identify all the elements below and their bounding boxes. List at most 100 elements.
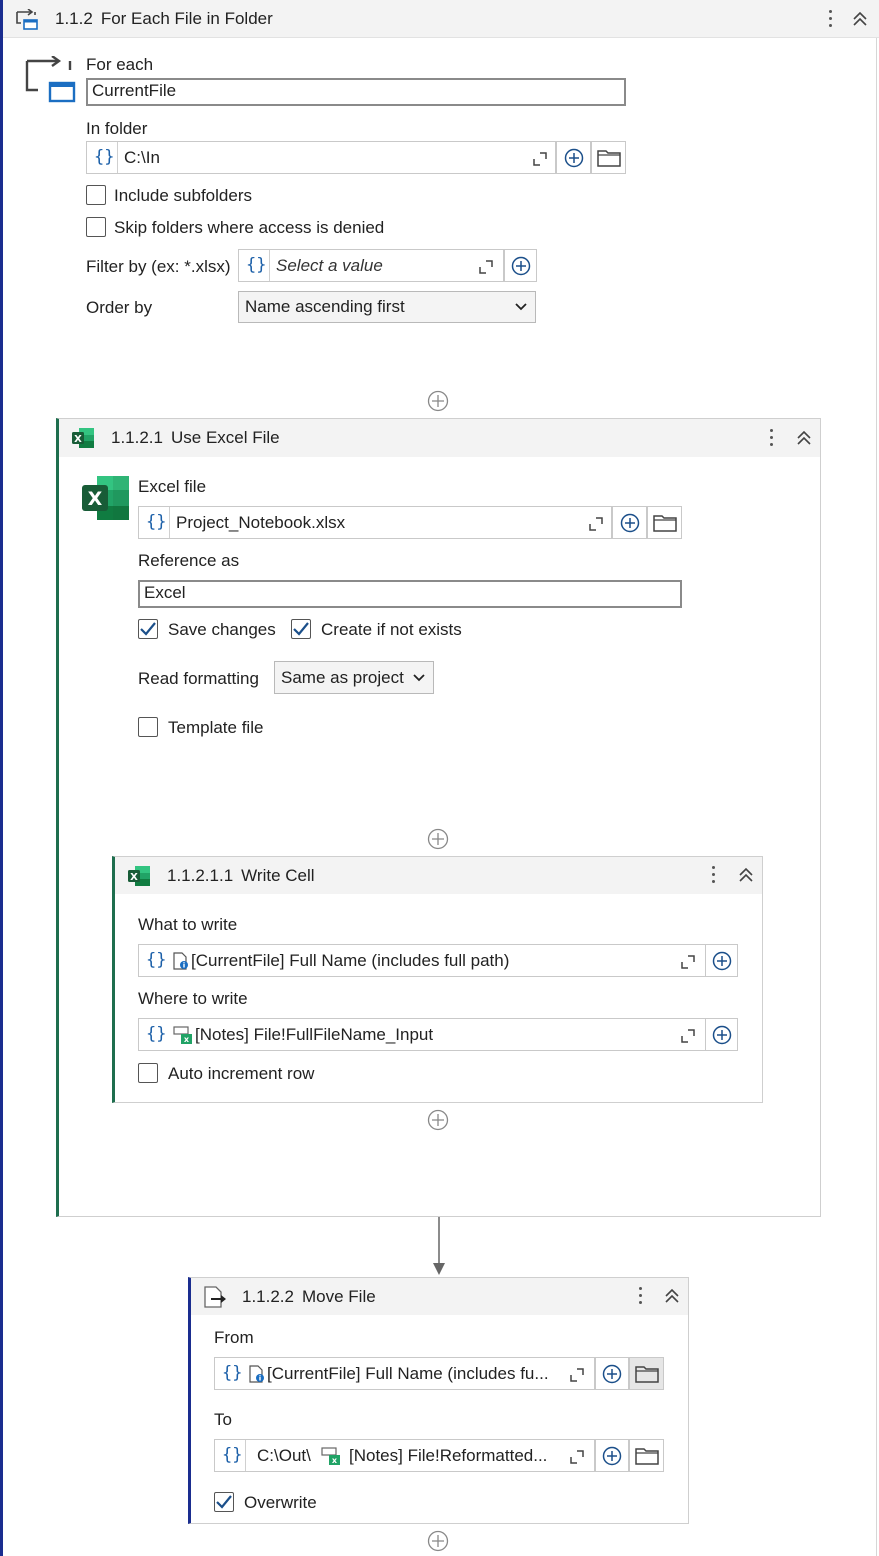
skip-folders-label: Skip folders where access is denied — [114, 218, 385, 237]
collapse-icon[interactable] — [796, 430, 812, 446]
add-button[interactable] — [504, 249, 537, 282]
read-formatting-label: Read formatting — [138, 669, 259, 688]
save-changes-label: Save changes — [168, 620, 276, 639]
read-formatting-select[interactable]: Same as project — [274, 661, 434, 694]
browse-folder-button[interactable] — [591, 141, 626, 174]
variable-braces-icon[interactable]: {} — [222, 1445, 242, 1465]
create-if-not-exists-checkbox[interactable] — [291, 619, 311, 639]
add-button[interactable] — [705, 1018, 738, 1051]
use-excel-number: 1.1.2.1 — [111, 428, 163, 447]
overwrite-label: Overwrite — [244, 1493, 317, 1512]
folder-icon — [652, 514, 677, 532]
kebab-menu-icon[interactable] — [712, 866, 715, 883]
expand-icon[interactable] — [533, 152, 547, 166]
reference-as-input[interactable]: Excel — [138, 580, 682, 608]
folder-icon — [634, 1447, 659, 1465]
in-folder-field[interactable]: {} C:\In — [86, 141, 556, 174]
collapse-icon[interactable] — [664, 1288, 680, 1304]
browse-file-button[interactable] — [629, 1357, 664, 1390]
excel-file-field[interactable]: {} Project_Notebook.xlsx — [138, 506, 612, 539]
field-separator — [269, 250, 270, 281]
variable-braces-icon[interactable]: {} — [246, 255, 266, 275]
add-button[interactable] — [612, 506, 647, 539]
browse-file-button[interactable] — [647, 506, 682, 539]
for-each-folder-icon — [24, 56, 76, 104]
move-file-header[interactable]: 1.1.2.2 Move File — [191, 1278, 688, 1315]
expand-icon[interactable] — [589, 517, 603, 531]
what-to-write-label: What to write — [138, 915, 238, 934]
save-changes-checkbox[interactable] — [138, 619, 158, 639]
kebab-menu-icon[interactable] — [829, 10, 832, 27]
variable-braces-icon[interactable]: {} — [146, 512, 166, 532]
use-excel-header[interactable]: X 1.1.2.1 Use Excel File — [59, 419, 820, 457]
add-icon — [712, 951, 732, 971]
expand-icon[interactable] — [681, 955, 695, 969]
include-subfolders-label: Include subfolders — [114, 186, 252, 205]
add-step-icon[interactable] — [427, 1530, 449, 1552]
excel-cell-icon: x — [173, 1026, 193, 1044]
expand-icon[interactable] — [570, 1368, 584, 1382]
add-step-icon[interactable] — [427, 1109, 449, 1131]
chevron-down-icon — [413, 673, 425, 682]
kebab-menu-icon[interactable] — [639, 1287, 642, 1304]
excel-icon: X — [127, 865, 151, 887]
excel-file-label: Excel file — [138, 477, 207, 496]
what-to-write-value: [CurrentFile] Full Name (includes full p… — [191, 951, 510, 970]
in-folder-label: In folder — [86, 119, 148, 138]
use-excel-title-text: Use Excel File — [171, 428, 280, 447]
excel-file-value: Project_Notebook.xlsx — [176, 513, 346, 532]
write-cell-title: 1.1.2.1.1 Write Cell — [167, 866, 315, 886]
for-each-variable-input[interactable]: CurrentFile — [86, 78, 626, 106]
write-cell-header[interactable]: X 1.1.2.1.1 Write Cell — [115, 857, 762, 894]
add-button[interactable] — [595, 1357, 629, 1390]
template-file-checkbox[interactable] — [138, 717, 158, 737]
where-to-write-label: Where to write — [138, 989, 248, 1008]
expand-icon[interactable] — [479, 260, 493, 274]
browse-file-button[interactable] — [629, 1439, 664, 1472]
file-info-icon — [173, 952, 189, 970]
order-by-select[interactable]: Name ascending first — [238, 291, 536, 323]
order-by-label: Order by — [86, 298, 153, 317]
excel-icon: X — [71, 427, 95, 449]
read-formatting-value: Same as project — [281, 667, 404, 687]
use-excel-title: 1.1.2.1 Use Excel File — [111, 428, 280, 448]
collapse-icon[interactable] — [852, 11, 868, 27]
variable-braces-icon[interactable]: {} — [222, 1363, 242, 1383]
include-subfolders-checkbox[interactable] — [86, 185, 106, 205]
kebab-menu-icon[interactable] — [770, 429, 773, 446]
to-field[interactable]: {} C:\Out\ x [Notes] File!Reformatted... — [214, 1439, 595, 1472]
variable-braces-icon[interactable]: {} — [146, 950, 166, 970]
for-each-header[interactable]: 1.1.2 For Each File in Folder — [3, 0, 879, 38]
svg-text:x: x — [184, 1035, 190, 1044]
add-step-icon[interactable] — [427, 390, 449, 412]
move-file-title-text: Move File — [302, 1287, 376, 1306]
where-to-write-field[interactable]: {} x [Notes] File!FullFileName_Input — [138, 1018, 706, 1051]
collapse-icon[interactable] — [738, 867, 754, 883]
from-value: [CurrentFile] Full Name (includes fu... — [267, 1364, 549, 1383]
add-button[interactable] — [705, 944, 738, 977]
left-accent-bar — [0, 0, 3, 1556]
checkmark-icon — [293, 622, 309, 636]
variable-braces-icon[interactable]: {} — [94, 147, 114, 167]
add-step-icon[interactable] — [427, 828, 449, 850]
filter-label: Filter by (ex: *.xlsx) — [86, 257, 231, 276]
to-label: To — [214, 1410, 232, 1429]
template-file-label: Template file — [168, 718, 264, 737]
overwrite-checkbox[interactable] — [214, 1492, 234, 1512]
filter-field[interactable]: {} Select a value — [238, 249, 504, 282]
for-each-header-icon — [15, 9, 39, 31]
expand-icon[interactable] — [570, 1450, 584, 1464]
variable-braces-icon[interactable]: {} — [146, 1024, 166, 1044]
add-button[interactable] — [595, 1439, 629, 1472]
move-file-title: 1.1.2.2 Move File — [242, 1287, 376, 1307]
what-to-write-field[interactable]: {} [CurrentFile] Full Name (includes ful… — [138, 944, 706, 977]
skip-folders-checkbox[interactable] — [86, 217, 106, 237]
add-button[interactable] — [556, 141, 591, 174]
expand-icon[interactable] — [681, 1029, 695, 1043]
add-icon — [511, 256, 531, 276]
auto-increment-checkbox[interactable] — [138, 1063, 158, 1083]
from-field[interactable]: {} [CurrentFile] Full Name (includes fu.… — [214, 1357, 595, 1390]
svg-text:X: X — [130, 872, 138, 883]
field-separator — [245, 1440, 246, 1471]
add-icon — [602, 1364, 622, 1384]
